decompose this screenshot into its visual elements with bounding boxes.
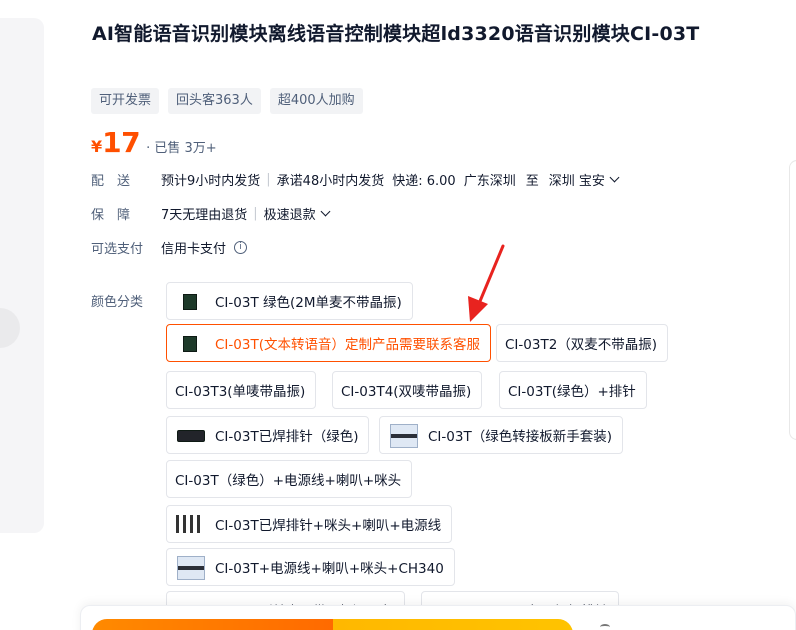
sku-option-label: CI-03T(文本转语音）定制产品需要联系客服 (215, 337, 480, 353)
buy-now-button[interactable] (92, 619, 334, 630)
shipping-fee: 快递: 6.00 (392, 174, 456, 189)
sku-option[interactable]: CI-03T3(单唛带晶振) (166, 371, 317, 409)
price-value: 17 (102, 126, 141, 159)
ship-time: 预计9小时内发货 (161, 174, 261, 189)
sku-option[interactable]: CI-03T+电源线+喇叭+咪头+CH340 (166, 548, 455, 586)
chevron-down-icon[interactable] (609, 172, 620, 183)
collapse-icon[interactable] (600, 624, 610, 630)
product-detail-page: AI智能语音识别模块离线语音控制模块超ld3320语音识别模块CI-03T 可开… (0, 0, 796, 630)
sku-option-label: CI-03T已焊排针（绿色) (215, 429, 359, 445)
side-panel (789, 160, 796, 440)
product-thumb-icon (175, 554, 205, 580)
add-to-cart-button[interactable] (333, 619, 573, 630)
sku-option-label: CI-03T+电源线+喇叭+咪头+CH340 (215, 561, 444, 577)
tag-invoice: 可开发票 (91, 88, 160, 114)
sku-option-label: CI-03T 绿色(2M单麦不带晶振) (215, 295, 402, 311)
sku-option-label: CI-03T（绿色转接板新手套装) (428, 429, 612, 445)
sku-option[interactable]: CI-03T2（双麦不带晶振) (496, 324, 669, 362)
sku-option-label: CI-03T已焊排针+咪头+喇叭+电源线 (215, 518, 442, 534)
product-title: AI智能语音识别模块离线语音控制模块超ld3320语音识别模块CI-03T (92, 23, 700, 45)
payment-label: 可选支付 (91, 242, 144, 257)
return-policy: 7天无理由退货 (161, 208, 248, 223)
delivery-label: 配 送 (91, 174, 131, 189)
sku-option-selected[interactable]: CI-03T(文本转语音）定制产品需要联系客服 (166, 324, 491, 362)
product-thumb-icon (175, 422, 205, 448)
payment-method: 信用卡支付 (161, 242, 227, 257)
divider: | (253, 206, 258, 221)
tag-repeat-customers: 回头客363人 (168, 88, 261, 114)
fast-refund[interactable]: 极速退款 (264, 204, 316, 223)
sku-option-label: CI-03T4(双唛带晶振) (341, 384, 472, 400)
sku-option[interactable]: CI-03T（绿色转接板新手套装) (379, 416, 623, 454)
product-thumb-icon (175, 330, 205, 356)
sku-option-label: CI-03T2（双麦不带晶振) (505, 337, 658, 353)
image-gallery-panel (0, 18, 44, 533)
product-tags: 可开发票 回头客363人 超400人加购 (91, 88, 363, 114)
ship-promise: 承诺48小时内发货 (276, 174, 385, 189)
ship-to-word: 至 (525, 174, 539, 189)
guarantee-row: 保 障 7天无理由退货 | 极速退款 (91, 204, 333, 223)
ship-to-location[interactable]: 深圳 宝安 (549, 170, 605, 189)
sku-option[interactable]: CI-03T（绿色）+电源线+喇叭+咪头 (166, 460, 413, 498)
sku-option[interactable]: CI-03T 绿色(2M单麦不带晶振) (166, 282, 413, 320)
ship-from: 广东深圳 (463, 174, 516, 189)
sku-option-label: CI-03T(绿色）+排针 (508, 384, 636, 400)
guarantee-label: 保 障 (91, 208, 131, 223)
product-thumb-icon (175, 511, 205, 537)
sku-option-label: CI-03T3(单唛带晶振) (175, 384, 306, 400)
sku-option[interactable]: CI-03T(绿色）+排针 (499, 371, 647, 409)
sold-count: · 已售 3万+ (146, 141, 217, 156)
sku-option-label: CI-03T（绿色）+电源线+喇叭+咪头 (175, 473, 402, 489)
product-thumb-icon (175, 288, 205, 314)
product-thumb-icon (388, 422, 418, 448)
delivery-row: 配 送 预计9小时内发货 | 承诺48小时内发货 快递: 6.00 广东深圳 至… (91, 170, 622, 189)
sku-option[interactable]: CI-03T4(双唛带晶振) (332, 371, 483, 409)
sku-option[interactable]: CI-03T已焊排针+咪头+喇叭+电源线 (166, 505, 453, 543)
price-row: ¥ 17 · 已售 3万+ (91, 126, 217, 159)
chevron-down-icon[interactable] (320, 206, 331, 217)
sku-label: 颜色分类 (91, 295, 144, 310)
tag-cart-adds: 超400人加购 (269, 88, 363, 114)
divider: | (266, 172, 271, 187)
currency-symbol: ¥ (91, 137, 103, 156)
sku-option[interactable]: CI-03T已焊排针（绿色) (166, 416, 370, 454)
info-icon[interactable]: i (234, 241, 248, 254)
payment-row: 可选支付 信用卡支付 i (91, 238, 248, 257)
